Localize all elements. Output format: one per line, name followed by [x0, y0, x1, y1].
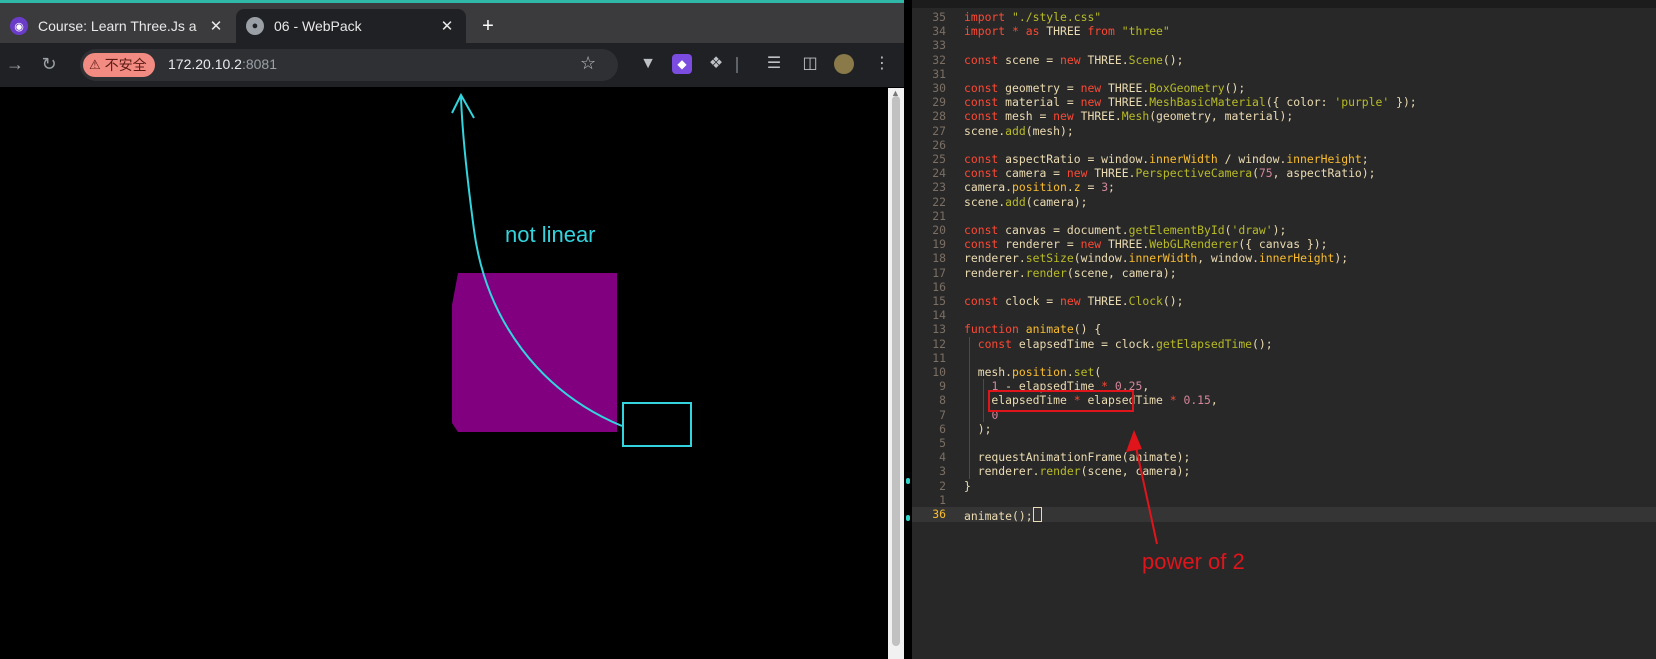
arrowhead [451, 92, 475, 119]
split-divider[interactable] [904, 0, 912, 659]
purple-cube [452, 273, 617, 432]
not-linear-label: not linear [505, 222, 596, 247]
red-arrow [1126, 430, 1158, 545]
divider-marker [906, 515, 910, 521]
browser-window: ◉ Course: Learn Three.Js a ✕ ● 06 - WebP… [0, 0, 904, 659]
divider-marker [906, 478, 910, 484]
scene-overlay [451, 92, 692, 447]
end-position-box [622, 402, 692, 447]
code-editor[interactable]: 35 import "./style.css" 34 import * as THRE… [912, 0, 1656, 659]
red-arrow-line [1133, 437, 1158, 545]
red-arrowhead [1126, 430, 1142, 452]
